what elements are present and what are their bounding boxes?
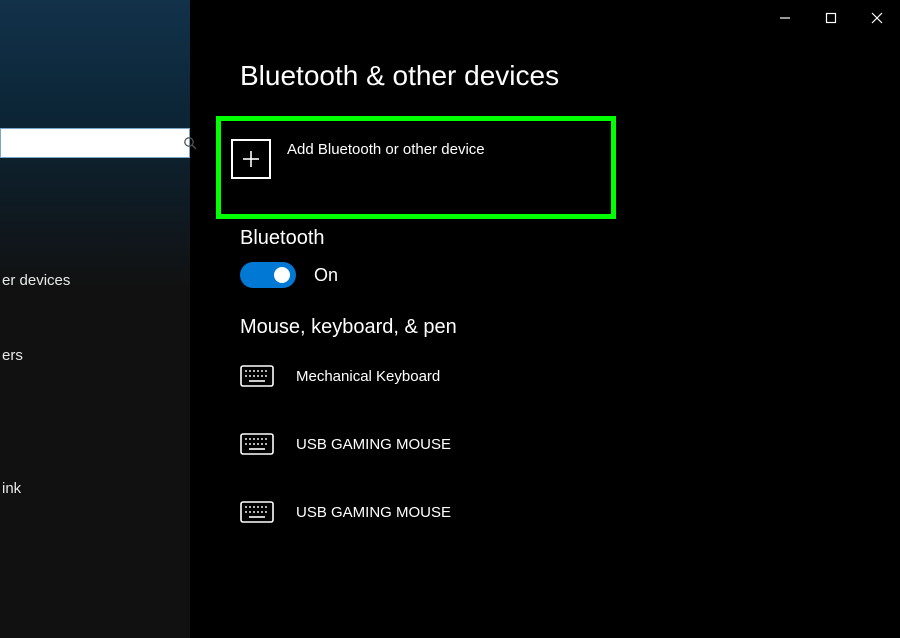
sidebar-item[interactable]: ers bbox=[0, 337, 190, 374]
plus-icon bbox=[231, 139, 271, 179]
bluetooth-toggle[interactable] bbox=[240, 262, 296, 288]
keyboard-icon bbox=[240, 501, 274, 523]
bluetooth-state: On bbox=[314, 265, 338, 286]
close-icon bbox=[871, 12, 883, 24]
add-device-label: Add Bluetooth or other device bbox=[287, 139, 485, 158]
device-label: Mechanical Keyboard bbox=[296, 368, 440, 385]
close-button[interactable] bbox=[854, 0, 900, 36]
device-item[interactable]: Mechanical Keyboard bbox=[240, 353, 880, 399]
content: Bluetooth & other devices Add Bluetooth … bbox=[240, 60, 880, 557]
search-input[interactable] bbox=[1, 129, 183, 157]
maximize-icon bbox=[825, 12, 837, 24]
page-title: Bluetooth & other devices bbox=[240, 60, 880, 92]
add-device-button[interactable]: Add Bluetooth or other device bbox=[216, 116, 616, 219]
titlebar bbox=[762, 0, 900, 36]
bluetooth-toggle-row: On bbox=[240, 262, 880, 288]
search-box[interactable] bbox=[0, 128, 190, 158]
device-item[interactable]: USB GAMING MOUSE bbox=[240, 489, 880, 535]
keyboard-icon bbox=[240, 365, 274, 387]
toggle-knob bbox=[274, 267, 290, 283]
bluetooth-heading: Bluetooth bbox=[240, 227, 880, 250]
device-item[interactable]: USB GAMING MOUSE bbox=[240, 421, 880, 467]
keyboard-icon bbox=[240, 433, 274, 455]
search-icon bbox=[183, 136, 197, 150]
device-label: USB GAMING MOUSE bbox=[296, 504, 451, 521]
minimize-icon bbox=[779, 12, 791, 24]
sidebar-item[interactable]: ink bbox=[0, 470, 190, 507]
sidebar: er devices ers ink bbox=[0, 0, 190, 638]
device-label: USB GAMING MOUSE bbox=[296, 436, 451, 453]
maximize-button[interactable] bbox=[808, 0, 854, 36]
minimize-button[interactable] bbox=[762, 0, 808, 36]
sidebar-item[interactable]: er devices bbox=[0, 262, 190, 299]
devices-heading: Mouse, keyboard, & pen bbox=[240, 316, 880, 339]
sidebar-item[interactable] bbox=[0, 412, 190, 432]
